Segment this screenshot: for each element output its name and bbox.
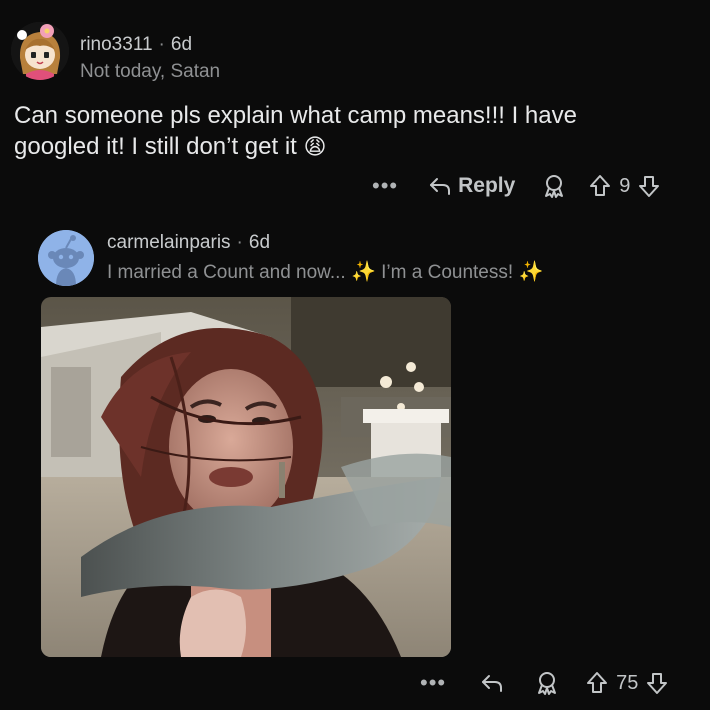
award-icon xyxy=(538,672,557,695)
weary-face-emoji: 😩 xyxy=(303,134,327,159)
comment-meta: rino3311 · 6d xyxy=(80,34,192,56)
reply-label: Reply xyxy=(458,174,516,197)
comment-age: 6d xyxy=(248,232,271,253)
snoo-avatar-icon xyxy=(38,230,94,286)
gif-image xyxy=(41,297,451,657)
flair-text: I’m a Countess! xyxy=(381,262,514,283)
award-button[interactable] xyxy=(534,670,560,696)
award-icon xyxy=(545,175,564,198)
reply-button[interactable]: Reply xyxy=(428,174,515,198)
comment-rino3311: rino3311 · 6d Not today, Satan Can someone… xyxy=(0,0,710,215)
comment-gif[interactable] xyxy=(41,297,451,657)
reply-button[interactable] xyxy=(480,672,504,694)
user-avatar[interactable] xyxy=(11,22,69,80)
vote-score: 75 xyxy=(616,671,639,694)
sparkles-emoji: ✨ xyxy=(518,261,544,283)
user-avatar[interactable] xyxy=(38,230,94,286)
more-options-button[interactable]: ••• xyxy=(372,173,398,199)
comment-meta: carmelainparis · 6d xyxy=(107,232,270,254)
more-options-button[interactable]: ••• xyxy=(420,670,446,696)
comment-body: Can someone pls explain what camp means!… xyxy=(14,100,704,162)
vote-score: 9 xyxy=(619,174,631,197)
downvote-icon xyxy=(647,673,668,694)
upvote-button[interactable] xyxy=(586,671,608,695)
reply-icon xyxy=(482,675,503,692)
upvote-button[interactable] xyxy=(589,174,611,198)
comment-body-text: googled it! I still don’t get it xyxy=(14,133,297,160)
downvote-icon xyxy=(639,176,660,197)
user-flair: I married a Count and now... ✨ I’m a Cou… xyxy=(107,259,543,284)
comment-body-line: Can someone pls explain what camp means!… xyxy=(14,102,577,129)
downvote-button[interactable] xyxy=(638,174,660,198)
comment-actions: ••• Reply 9 xyxy=(372,170,660,202)
comment-body-line: googled it! I still don’t get it 😩 xyxy=(14,131,704,162)
user-flair: Not today, Satan xyxy=(80,61,221,82)
meta-separator: · xyxy=(236,232,243,253)
comment-actions: ••• 75 xyxy=(420,667,668,699)
award-button[interactable] xyxy=(541,173,567,199)
username[interactable]: rino3311 xyxy=(80,34,153,55)
meta-separator: · xyxy=(158,34,165,55)
upvote-icon xyxy=(590,175,611,196)
downvote-button[interactable] xyxy=(646,671,668,695)
username[interactable]: carmelainparis xyxy=(107,232,231,253)
comment-age: 6d xyxy=(170,34,193,55)
sparkles-emoji: ✨ xyxy=(350,261,376,283)
flair-text: I married a Count and now... xyxy=(107,262,346,283)
comment-carmelainparis: carmelainparis · 6d I married a Count and … xyxy=(0,215,710,710)
reply-icon xyxy=(430,178,451,195)
upvote-icon xyxy=(587,672,608,693)
avatar-anime-icon xyxy=(11,22,69,80)
